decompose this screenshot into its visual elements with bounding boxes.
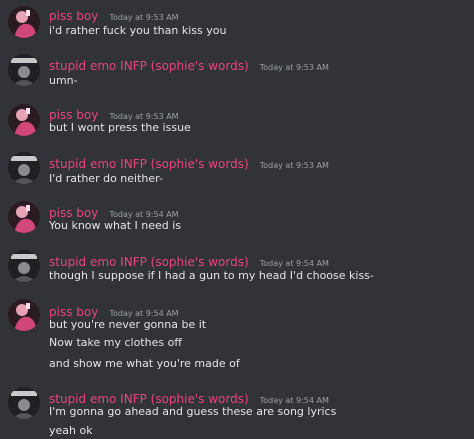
message-timestamp: Today at 9:53 AM [259,161,329,170]
author-name[interactable]: stupid emo INFP (sophie's words) [49,59,249,73]
author-name[interactable]: piss boy [49,9,98,23]
message-timestamp: Today at 9:54 AM [109,309,179,318]
user-avatar-pink[interactable] [8,6,40,38]
message-text: i'd rather fuck you than kiss you [49,24,227,37]
message-header: piss boy Today at 9:53 AM [49,5,179,24]
user-avatar-dark[interactable] [8,250,40,282]
message-text: yeah ok [49,424,93,437]
author-name[interactable]: piss boy [49,305,98,319]
message-text: and show me what you're made of [49,357,240,370]
message-timestamp: Today at 9:54 AM [109,210,179,219]
user-avatar-dark[interactable] [8,387,40,419]
message-timestamp: Today at 9:54 AM [259,396,329,405]
user-avatar-dark[interactable] [8,152,40,184]
message-header: stupid emo INFP (sophie's words) Today a… [49,55,329,74]
user-avatar-pink[interactable] [8,299,40,331]
message-timestamp: Today at 9:53 AM [259,63,329,72]
user-avatar-dark[interactable] [8,54,40,86]
message-header: stupid emo INFP (sophie's words) Today a… [49,153,329,172]
message-timestamp: Today at 9:53 AM [109,13,179,22]
message-text: Now take my clothes off [49,336,182,349]
message-timestamp: Today at 9:53 AM [109,112,179,121]
author-name[interactable]: stupid emo INFP (sophie's words) [49,392,249,406]
message-text: though I suppose if I had a gun to my he… [49,269,374,282]
author-name[interactable]: piss boy [49,206,98,220]
author-name[interactable]: piss boy [49,108,98,122]
author-name[interactable]: stupid emo INFP (sophie's words) [49,157,249,171]
message-text: I'd rather do neither- [49,172,163,185]
message-text: You know what I need is [49,219,182,232]
message-text: I'm gonna go ahead and guess these are s… [49,405,337,418]
chat-log: piss boy Today at 9:53 AM i'd rather fuc… [0,0,474,439]
user-avatar-pink[interactable] [8,104,40,136]
user-avatar-pink[interactable] [8,201,40,233]
message-text: but you're never gonna be it [49,318,207,331]
author-name[interactable]: stupid emo INFP (sophie's words) [49,255,249,269]
message-text: but I wont press the issue [49,121,191,134]
message-timestamp: Today at 9:54 AM [259,259,329,268]
message-header: stupid emo INFP (sophie's words) Today a… [49,251,329,270]
message-text: umn- [49,74,78,87]
